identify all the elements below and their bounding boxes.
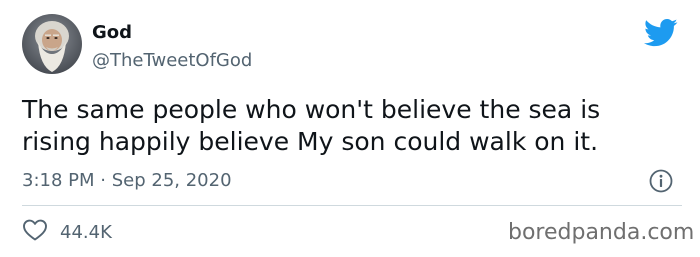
twitter-bird-icon[interactable] xyxy=(644,18,678,48)
bearded-man-avatar-icon xyxy=(22,14,82,74)
heart-icon xyxy=(22,218,48,246)
avatar[interactable] xyxy=(22,14,82,74)
timestamp-separator: · xyxy=(100,170,106,191)
tweet-time[interactable]: 3:18 PM xyxy=(22,170,95,191)
tweet-timestamp: 3:18 PM · Sep 25, 2020 xyxy=(22,170,232,192)
like-count: 44.4K xyxy=(60,221,112,243)
tweet-text-line: The same people who won't believe the se… xyxy=(22,95,601,124)
author-display-name[interactable]: God xyxy=(92,22,132,44)
info-icon[interactable] xyxy=(648,168,674,194)
tweet-card: God @TheTweetOfGod The same people who w… xyxy=(0,0,700,257)
tweet-text: The same people who won't believe the se… xyxy=(22,94,662,158)
like-button[interactable]: 44.4K xyxy=(22,219,112,245)
author-handle[interactable]: @TheTweetOfGod xyxy=(92,50,252,72)
tweet-text-line: rising happily believe My son could walk… xyxy=(22,127,599,156)
watermark: boredpanda.com xyxy=(508,220,695,245)
divider xyxy=(22,205,682,206)
tweet-date[interactable]: Sep 25, 2020 xyxy=(112,170,232,191)
